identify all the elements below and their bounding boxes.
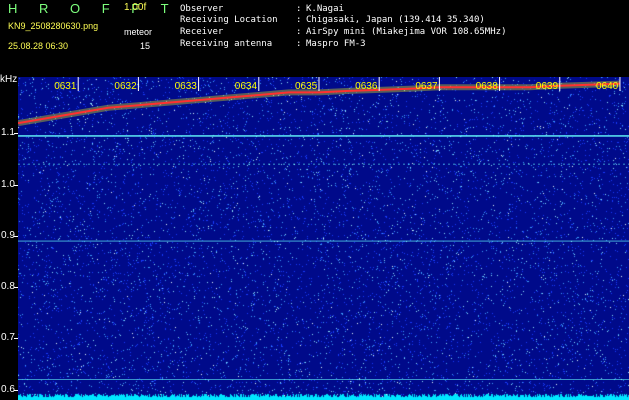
time-tick-label: 0636 bbox=[355, 81, 378, 92]
time-tick-label: 0639 bbox=[536, 81, 559, 92]
location-separator: : bbox=[296, 15, 302, 25]
receiver-value: AirSpy mini (Miakejima VOR 108.65MHz) bbox=[306, 27, 507, 37]
time-tick-label: 0640 bbox=[596, 81, 619, 92]
time-tick-label: 0633 bbox=[175, 81, 198, 92]
antenna-value: Maspro FM-3 bbox=[306, 39, 366, 49]
antenna-separator: : bbox=[296, 39, 302, 49]
y-tick-label: 0.9 bbox=[1, 229, 15, 241]
time-tick-label: 0638 bbox=[476, 81, 499, 92]
spectrogram-plot: 0631 0632 0633 0634 0635 0636 0637 0638 0639 0640 bbox=[18, 77, 629, 400]
app-title: H R O F F T bbox=[8, 1, 178, 16]
meteor-label: meteor bbox=[124, 27, 153, 37]
receiver-key: Receiver bbox=[180, 27, 224, 37]
filename-label: KN9_2508280630.png bbox=[8, 21, 99, 31]
location-value: Chigasaki, Japan (139.414 35.340) bbox=[306, 15, 485, 25]
observer-separator: : bbox=[296, 4, 302, 14]
observer-value: K.Nagai bbox=[306, 4, 344, 14]
receiver-separator: : bbox=[296, 27, 302, 37]
time-tick-label: 0634 bbox=[235, 81, 258, 92]
time-tick-label: 0635 bbox=[295, 81, 318, 92]
spectrogram-window: H R O F F T 1.00f KN9_2508280630.png 25.… bbox=[0, 0, 629, 400]
y-tick-label: 1.0 bbox=[1, 178, 15, 190]
meteor-count: 15 bbox=[140, 41, 151, 51]
time-tick-label: 0637 bbox=[415, 81, 438, 92]
y-axis-unit: kHz bbox=[0, 74, 18, 85]
datetime-label: 25.08.28 06:30 bbox=[8, 41, 69, 51]
y-tick-label: 0.8 bbox=[1, 281, 15, 293]
time-tick-label: 0631 bbox=[54, 81, 77, 92]
time-tick-label: 0632 bbox=[114, 81, 137, 92]
y-tick-label: 0.6 bbox=[1, 383, 15, 395]
spectrogram-overlay: 0631 0632 0633 0634 0635 0636 0637 0638 0639 0640 bbox=[18, 77, 629, 380]
y-tick-label: 0.7 bbox=[1, 332, 15, 344]
y-tick-label: 1.1 bbox=[1, 127, 15, 139]
antenna-key: Receiving antenna bbox=[180, 39, 273, 49]
location-key: Receiving Location bbox=[180, 15, 278, 25]
observer-key: Observer bbox=[180, 4, 224, 14]
version-label: 1.00f bbox=[124, 2, 147, 13]
